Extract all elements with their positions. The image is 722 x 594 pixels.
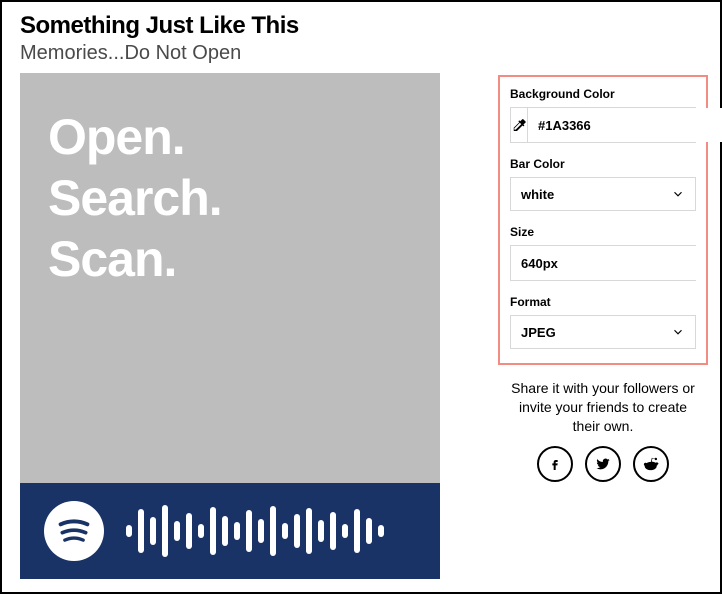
format-value: JPEG [521,325,556,340]
track-title: Something Just Like This [20,12,702,40]
share-text: Share it with your followers or invite y… [498,379,708,436]
eyedropper-button[interactable] [511,108,528,142]
share-facebook-button[interactable] [537,446,573,482]
facebook-icon [547,456,563,472]
share-twitter-button[interactable] [585,446,621,482]
bgcolor-input[interactable] [528,108,722,142]
code-preview: Open. Search. Scan. [20,73,440,579]
barcolor-value: white [521,187,554,202]
eyedropper-icon [511,117,527,133]
size-input[interactable] [511,246,706,280]
spotify-icon [44,501,104,561]
spotify-code-bars [126,501,384,561]
album-title: Memories...Do Not Open [20,42,702,65]
chevron-down-icon [671,187,685,201]
preview-line: Search. [48,168,412,229]
chevron-down-icon [671,325,685,339]
spotify-code-strip [20,483,440,579]
reddit-icon [642,455,660,473]
share-reddit-button[interactable] [633,446,669,482]
barcolor-label: Bar Color [510,157,696,171]
format-label: Format [510,295,696,309]
size-label: Size [510,225,696,239]
twitter-icon [595,456,611,472]
barcolor-select[interactable]: white [510,177,696,211]
preview-line: Open. [48,107,412,168]
preview-line: Scan. [48,229,412,290]
bgcolor-label: Background Color [510,87,696,101]
format-select[interactable]: JPEG [510,315,696,349]
preview-cover: Open. Search. Scan. [20,73,440,483]
options-panel: Background Color Bar Color white [498,75,708,365]
